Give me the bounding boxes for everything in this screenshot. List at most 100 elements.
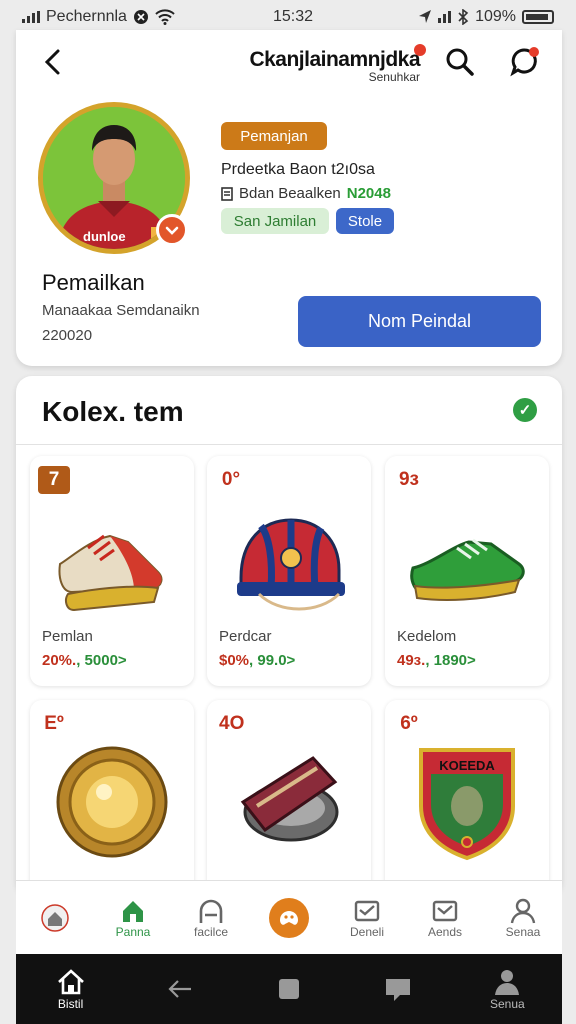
system-recents-button[interactable] <box>249 974 329 1004</box>
bottom-nav: Panna facilce Deneli Aends Senaa <box>16 880 562 954</box>
football-boots-icon <box>58 534 163 612</box>
nav-item-avatar[interactable] <box>19 903 91 932</box>
document-icon <box>221 186 233 201</box>
collection-item[interactable]: 7 Pemlan 20%., 5000> <box>30 456 194 686</box>
status-right: 109% <box>418 8 554 26</box>
item-label: Pemlan <box>42 628 93 645</box>
collection-panel: Kolex. tem ✓ 7 Pemlan 20%., 5000> 0° Per… <box>16 376 562 896</box>
item-price: 49з., 1890> <box>397 652 476 669</box>
profile-card: Ckanjlainamnjdka Senuhkar dunloe Pemanja… <box>16 30 562 366</box>
item-rank: 9з <box>398 469 419 490</box>
signal-icon <box>22 11 40 23</box>
mail-icon <box>354 900 380 921</box>
shield-badge-icon: KOEEDA <box>419 748 515 861</box>
collection-item[interactable]: 9з Kedelom 49з., 1890> <box>385 456 549 686</box>
carrier-name: Pechernnla <box>46 8 127 25</box>
nav-item-label: Senaa <box>505 924 541 939</box>
system-chat-button[interactable] <box>358 974 438 1004</box>
chat-icon[interactable] <box>508 46 540 78</box>
jersey-text: dunloe <box>83 229 126 244</box>
helmet-icon <box>237 518 345 611</box>
system-home-button[interactable]: Bistil <box>31 967 111 1011</box>
arch-icon <box>199 899 223 923</box>
system-back-button[interactable] <box>140 974 220 1004</box>
nav-item-center[interactable] <box>253 897 325 938</box>
nav-item-home[interactable]: Panna <box>97 897 169 939</box>
collection-item[interactable]: 4O <box>207 700 371 896</box>
app-brand: Ckanjlainamnjdka Senuhkar <box>240 44 426 84</box>
gold-medal-icon <box>56 746 168 858</box>
item-rank: Eº <box>44 713 64 734</box>
profile-line-2-value: N2048 <box>346 185 391 202</box>
home-icon <box>123 900 143 922</box>
nav-item-tasks[interactable]: Aends <box>409 897 481 939</box>
app-screen: Pechernnla 15:32 109% Ckanjlainamnjdka S… <box>0 0 576 1024</box>
cell-signal-icon <box>438 11 452 23</box>
collection-title: Kolex. tem <box>42 396 184 427</box>
item-price-value: , 99.0> <box>249 652 296 669</box>
profile-line-1: Prdeetka Baon t2ı0sa <box>221 161 375 178</box>
square-icon <box>278 979 299 999</box>
status-time: 15:32 <box>273 8 314 25</box>
player-name: Pemailkan <box>42 270 145 295</box>
bluetooth-icon <box>458 9 469 25</box>
collection-item[interactable]: Eº <box>30 700 194 896</box>
player-number: 220020 <box>42 327 93 344</box>
user-icon <box>510 898 536 923</box>
search-icon[interactable] <box>444 46 476 78</box>
green-boots-icon <box>410 538 525 601</box>
item-price-value: , 1890> <box>425 652 476 669</box>
back-icon <box>168 980 191 998</box>
center-action-button[interactable] <box>269 897 309 938</box>
nav-item-label: Panna <box>115 924 151 939</box>
profile-line-2: Bdan Beaalken N2048 <box>221 185 391 202</box>
primary-action-button[interactable]: Nom Peindal <box>298 296 541 347</box>
game-icon <box>280 910 298 925</box>
item-label: Kedelom <box>397 628 457 645</box>
profile-line-2-text: Bdan Beaalken <box>239 185 341 202</box>
collection-item[interactable]: 0° Perdcar $0%, 99.0> <box>207 456 371 686</box>
item-price-change: $0% <box>219 652 250 669</box>
chevron-down-icon <box>165 226 179 235</box>
item-rank: 4O <box>219 713 245 734</box>
avatar-verify-badge[interactable] <box>156 214 188 246</box>
role-tag: Pemanjan <box>221 122 327 150</box>
notification-dot <box>414 44 426 56</box>
item-rank: 6º <box>400 713 418 734</box>
status-bar: Pechernnla 15:32 109% <box>0 0 576 34</box>
system-profile-button[interactable]: Senua <box>467 967 547 1011</box>
wifi-icon <box>155 9 175 25</box>
chat-bubble-icon <box>386 979 411 1001</box>
blue-tag[interactable]: Stole <box>336 208 394 234</box>
home-circle-icon <box>41 903 69 932</box>
item-rank: 0° <box>221 469 241 490</box>
nav-item-deals[interactable]: Deneli <box>331 897 403 939</box>
item-price-change: 49з. <box>397 652 426 669</box>
nav-item-profile[interactable]: Senaa <box>487 897 559 939</box>
app-subtitle: Senuhkar <box>368 70 420 84</box>
armband-icon <box>240 756 339 842</box>
collection-item[interactable]: 6º KOEEDA <box>385 700 549 896</box>
badge-text: KOEEDA <box>439 758 495 773</box>
battery-percent: 109% <box>475 8 516 25</box>
person-icon <box>495 970 520 995</box>
checkbox-icon <box>432 900 458 921</box>
item-rank: 7 <box>38 466 70 494</box>
battery-icon <box>522 10 554 24</box>
item-label: Perdcar <box>219 628 272 645</box>
green-tag[interactable]: San Jamilan <box>221 208 329 234</box>
player-description: Manaakaa Semdanaikn <box>42 302 200 319</box>
check-icon[interactable]: ✓ <box>513 398 537 422</box>
item-price-value: , 5000> <box>76 652 127 669</box>
item-price-change: 20%. <box>42 652 77 669</box>
item-price: 20%., 5000> <box>42 652 127 669</box>
status-left: Pechernnla <box>22 8 175 26</box>
item-price: $0%, 99.0> <box>219 652 295 669</box>
nav-item-label: Deneli <box>349 924 385 939</box>
nav-item-feature[interactable]: facilce <box>175 897 247 939</box>
back-arrow-icon[interactable] <box>38 46 68 78</box>
system-profile-label: Senua <box>489 997 525 1011</box>
divider <box>16 444 562 445</box>
location-icon <box>419 10 432 23</box>
system-home-label: Bistil <box>57 997 84 1011</box>
